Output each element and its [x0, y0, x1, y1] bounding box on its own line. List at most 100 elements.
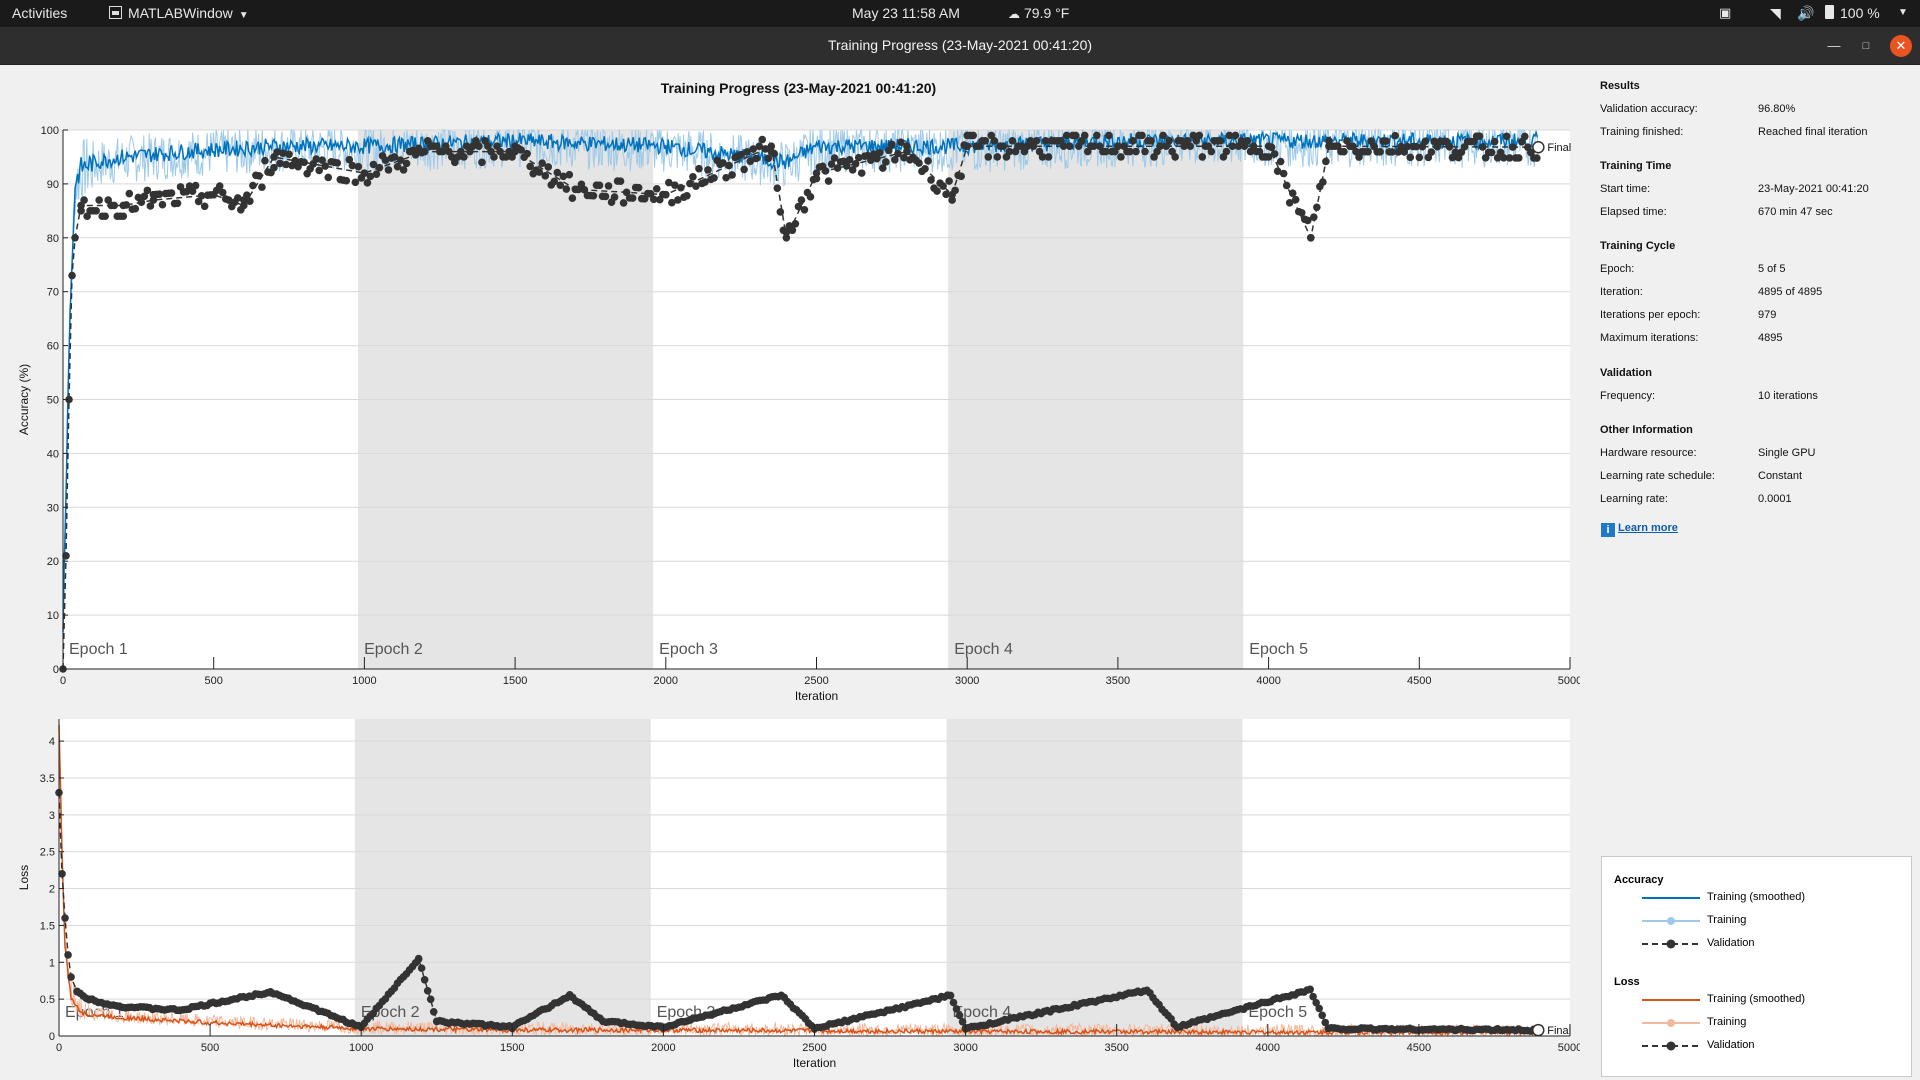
iterations-per-epoch-label: Iterations per epoch: — [1600, 309, 1701, 321]
validation-accuracy-value: 96.80% — [1758, 103, 1796, 115]
validation-point — [67, 973, 75, 981]
weather-icon: ☁ — [1008, 7, 1020, 21]
battery-label: 100 % — [1840, 5, 1880, 21]
frequency-label: Frequency: — [1600, 390, 1656, 402]
learning-rate-schedule-label: Learning rate schedule: — [1600, 470, 1715, 482]
hardware-resource-value: Single GPU — [1758, 447, 1816, 459]
training-time-heading: Training Time — [1600, 160, 1672, 172]
iteration-value: 4895 of 4895 — [1758, 286, 1823, 298]
app-menu-label: MATLABWindow — [128, 5, 233, 21]
legend-loss-smoothed-label: Training (smoothed) — [1707, 993, 1806, 1005]
battery-indicator[interactable]: 100 % — [1825, 0, 1880, 27]
app-menu[interactable]: MATLABWindow ▼ — [109, 0, 249, 27]
legend-acc-training-swatch — [1642, 917, 1700, 925]
validation-point — [429, 1007, 438, 1016]
legend-acc-smoothed-label: Training (smoothed) — [1707, 891, 1806, 903]
info-icon: i — [1601, 523, 1615, 537]
clock[interactable]: May 23 11:58 AM — [852, 0, 960, 27]
validation-point — [1315, 1004, 1323, 1013]
y-tick-label: 2 — [49, 884, 55, 896]
legend-acc-smoothed-swatch — [1642, 897, 1700, 899]
training-finished-label: Training finished: — [1600, 126, 1684, 138]
validation-point — [1306, 985, 1314, 994]
y-tick-label: 4 — [49, 736, 55, 748]
y-tick-label: 2.5 — [40, 847, 55, 859]
minimize-button[interactable]: — — [1823, 35, 1845, 57]
validation-point — [61, 914, 69, 922]
weather-indicator[interactable]: ☁ 79.9 °F — [1008, 0, 1069, 27]
x-tick-label: 4000 — [1256, 1042, 1280, 1054]
y-tick-label: 0 — [49, 1031, 55, 1043]
epoch-value: 5 of 5 — [1758, 263, 1786, 275]
elapsed-time-label: Elapsed time: — [1600, 206, 1667, 218]
epoch-shade — [946, 719, 1243, 1036]
elapsed-time-value: 670 min 47 sec — [1758, 206, 1833, 218]
legend-loss-validation-label: Validation — [1707, 1039, 1755, 1051]
legend-loss-smoothed-swatch — [1642, 999, 1700, 1001]
y-tick-label: 1 — [49, 957, 55, 969]
y-tick-label: 3 — [49, 810, 55, 822]
maximum-iterations-value: 4895 — [1758, 332, 1783, 344]
validation-accuracy-label: Validation accuracy: — [1600, 103, 1698, 115]
validation-point — [1318, 1011, 1326, 1020]
learning-rate-value: 0.0001 — [1758, 493, 1792, 505]
frequency-value: 10 iterations — [1758, 390, 1818, 402]
learning-rate-label: Learning rate: — [1600, 493, 1668, 505]
legend-loss-validation-swatch — [1642, 1041, 1700, 1051]
x-tick-label: 4500 — [1407, 1042, 1431, 1054]
activities-button[interactable]: Activities — [12, 0, 67, 27]
learn-more: i Learn more — [1601, 522, 1678, 537]
system-menu-chevron-icon[interactable]: ▼ — [1898, 0, 1908, 27]
validation-point — [414, 955, 423, 963]
legend-acc-validation-swatch — [1642, 939, 1700, 949]
start-time-value: 23-May-2021 00:41:20 — [1758, 183, 1869, 195]
hardware-resource-label: Hardware resource: — [1600, 447, 1697, 459]
validation-heading: Validation — [1600, 367, 1652, 379]
epoch-label: Epoch: — [1600, 263, 1635, 275]
iterations-per-epoch-value: 979 — [1758, 309, 1777, 321]
y-tick-label: 0.5 — [40, 994, 55, 1006]
loss-chart[interactable]: Epoch 1 Epoch 2 Epoch 3 Epoch 4 Epoch 5Final… — [0, 65, 1580, 1080]
x-tick-label: 3000 — [953, 1042, 977, 1054]
screen-share-icon[interactable]: ▣ — [1719, 0, 1731, 27]
legend-acc-training-label: Training — [1707, 914, 1747, 926]
validation-point — [952, 1005, 961, 1013]
window-title: Training Progress (23-May-2021 00:41:20) — [827, 37, 1093, 53]
x-tick-label: 5000 — [1558, 1042, 1580, 1054]
validation-point — [420, 975, 429, 984]
system-top-bar: Activities MATLABWindow ▼ May 23 11:58 AM… — [0, 0, 1920, 27]
y-axis-label: Loss — [17, 865, 31, 890]
iteration-label: Iteration: — [1600, 286, 1643, 298]
epoch-shade — [354, 719, 651, 1036]
final-label: Final — [1547, 1025, 1571, 1037]
training-finished-value: Reached final iteration — [1758, 126, 1868, 138]
validation-point — [946, 991, 955, 1000]
battery-icon — [1825, 5, 1834, 19]
close-button[interactable]: ✕ — [1890, 35, 1912, 57]
x-tick-label: 0 — [56, 1042, 62, 1054]
legend-loss-training-label: Training — [1707, 1016, 1747, 1028]
final-marker — [1532, 1023, 1545, 1037]
training-progress-window: Training Progress (23-May-2021 00:41:20)… — [0, 65, 1920, 1080]
start-time-label: Start time: — [1600, 183, 1651, 195]
y-tick-label: 3.5 — [40, 773, 55, 785]
other-information-heading: Other Information — [1600, 424, 1693, 436]
x-tick-label: 1000 — [349, 1042, 373, 1054]
validation-point — [423, 986, 432, 995]
results-heading: Results — [1600, 80, 1640, 92]
x-tick-label: 3500 — [1104, 1042, 1128, 1054]
matlab-app-icon — [109, 6, 122, 19]
plot-background — [59, 719, 1570, 1036]
maximize-button[interactable]: □ — [1855, 35, 1877, 57]
volume-icon[interactable]: 🔊 — [1797, 0, 1814, 27]
wifi-icon[interactable]: ◥ — [1770, 0, 1781, 27]
learning-rate-schedule-value: Constant — [1758, 470, 1803, 482]
learn-more-link[interactable]: Learn more — [1618, 522, 1678, 534]
x-tick-label: 2000 — [651, 1042, 675, 1054]
validation-point — [64, 951, 72, 959]
training-cycle-heading: Training Cycle — [1600, 240, 1676, 252]
x-axis-label: Iteration — [793, 1056, 836, 1070]
legend-acc-validation-label: Validation — [1707, 937, 1755, 949]
x-tick-label: 500 — [201, 1042, 219, 1054]
chevron-down-icon: ▼ — [238, 10, 249, 21]
